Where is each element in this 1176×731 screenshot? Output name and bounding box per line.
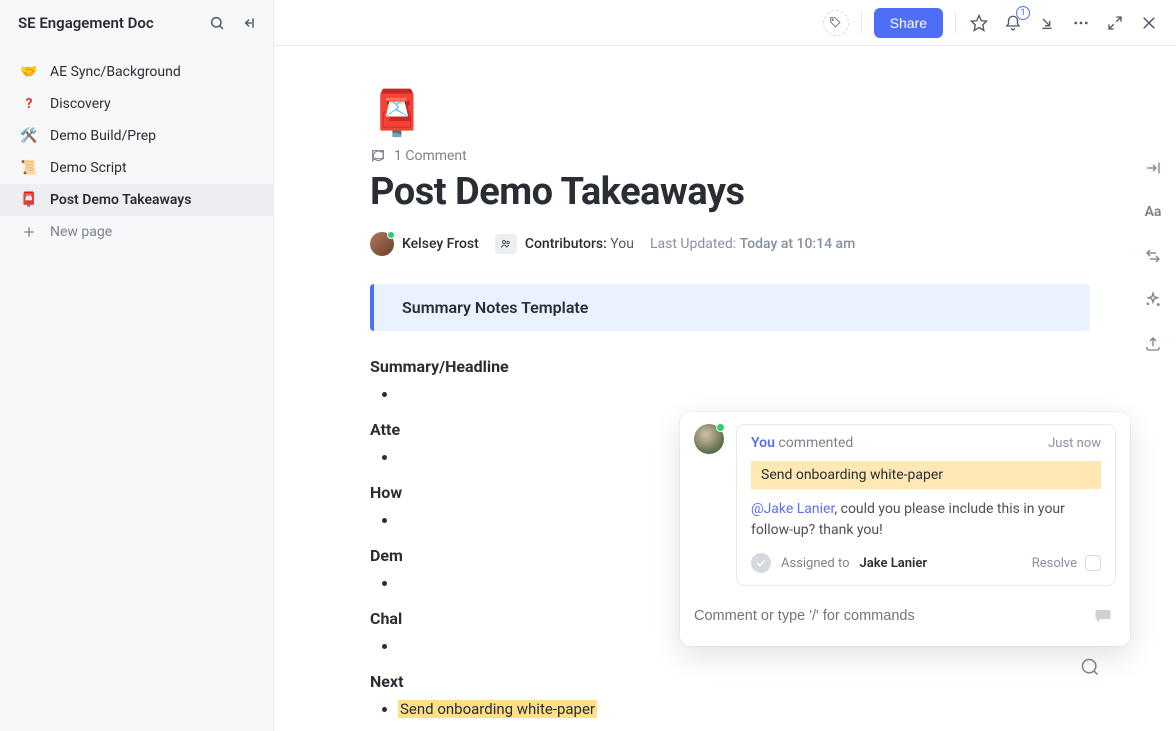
question-icon: ? (20, 96, 38, 112)
favorite-icon[interactable] (968, 12, 990, 34)
divider (955, 12, 956, 34)
section-title: Next (370, 672, 1130, 691)
sparkle-icon[interactable] (1143, 290, 1163, 310)
comment-bubble: You commented Just now Send onboarding w… (736, 424, 1116, 586)
sidebar-item-label: Demo Script (50, 160, 127, 176)
chat-fab[interactable] (1076, 653, 1104, 681)
notifications-icon[interactable]: 1 (1002, 12, 1024, 34)
typography-icon[interactable]: Aa (1143, 202, 1163, 222)
plus-icon (20, 223, 38, 241)
comment-you: You (751, 435, 775, 451)
search-icon[interactable] (205, 11, 229, 35)
expand-icon[interactable] (1104, 12, 1126, 34)
sidebar-item-ae-sync[interactable]: 🤝 AE Sync/Background (0, 56, 273, 88)
comment-author-line: You commented (751, 435, 853, 451)
people-icon (495, 234, 517, 254)
mailbox-icon: 📮 (20, 192, 38, 208)
assigned-to[interactable]: Jake Lanier (860, 556, 928, 571)
sidebar-item-label: AE Sync/Background (50, 64, 181, 80)
comment-count-button[interactable]: 1 Comment (370, 148, 1130, 164)
last-updated: Last Updated: Today at 10:14 am (650, 236, 855, 252)
comment-body: @Jake Lanier, could you please include t… (751, 499, 1101, 541)
contributors-you: You (610, 236, 634, 252)
author-name: Kelsey Frost (402, 236, 479, 252)
scroll-icon: 📜 (20, 160, 38, 176)
notification-count: 1 (1016, 6, 1030, 20)
collapse-sidebar-icon[interactable] (237, 11, 261, 35)
sidebar-item-demo-build[interactable]: 🛠️ Demo Build/Prep (0, 120, 273, 152)
section-title: Summary/Headline (370, 357, 1130, 376)
meta-row: Kelsey Frost Contributors: You Last Upda… (370, 232, 1130, 256)
sidebar-list: 🤝 AE Sync/Background ? Discovery 🛠️ Demo… (0, 46, 273, 248)
close-icon[interactable] (1138, 12, 1160, 34)
mention[interactable]: @Jake Lanier (751, 501, 834, 517)
section-next[interactable]: Next Send onboarding white-paper (370, 672, 1130, 721)
avatar (694, 424, 724, 454)
sidebar: SE Engagement Doc 🤝 AE Sync/Background ?… (0, 0, 274, 731)
comment-popover: You commented Just now Send onboarding w… (680, 412, 1130, 646)
sidebar-item-label: Demo Build/Prep (50, 128, 156, 144)
more-icon[interactable] (1070, 12, 1092, 34)
section-summary[interactable]: Summary/Headline (370, 357, 1130, 406)
list-item[interactable] (398, 382, 1130, 406)
topbar: Share 1 (274, 0, 1176, 46)
updated-label: Last Updated: (650, 236, 736, 252)
comment-count-label: 1 Comment (394, 148, 467, 164)
resolve-label: Resolve (1032, 556, 1077, 571)
check-icon (751, 553, 771, 573)
sidebar-header: SE Engagement Doc (0, 0, 273, 46)
page-title[interactable]: Post Demo Takeaways (370, 170, 1130, 214)
send-icon[interactable] (1090, 606, 1116, 626)
handshake-icon: 🤝 (20, 64, 38, 80)
updated-value: Today at 10:14 am (740, 236, 856, 252)
list-item[interactable]: Send onboarding white-paper (398, 697, 1130, 721)
comment-action: commented (778, 435, 853, 451)
reply-input[interactable] (694, 600, 1080, 632)
avatar (370, 232, 394, 256)
reply-row (694, 600, 1116, 632)
assigned-label: Assigned to (781, 556, 850, 571)
callout-template[interactable]: Summary Notes Template (370, 284, 1090, 331)
comment-timestamp: Just now (1048, 436, 1101, 451)
main: Share 1 📮 (274, 0, 1176, 731)
sidebar-item-demo-script[interactable]: 📜 Demo Script (0, 152, 273, 184)
comment-quoted-text: Send onboarding white-paper (751, 461, 1101, 489)
right-rail: Aa (1130, 46, 1176, 731)
sidebar-item-label: Post Demo Takeaways (50, 192, 191, 208)
upload-icon[interactable] (1143, 334, 1163, 354)
tags-button[interactable] (823, 10, 849, 36)
indent-icon[interactable] (1143, 158, 1163, 178)
share-button[interactable]: Share (874, 8, 943, 38)
tools-icon: 🛠️ (20, 128, 38, 144)
highlighted-text: Send onboarding white-paper (398, 700, 597, 718)
assign-row: Assigned to Jake Lanier Resolve (751, 553, 1101, 573)
contributors-chip[interactable]: Contributors: You (495, 234, 634, 254)
sidebar-item-discovery[interactable]: ? Discovery (0, 88, 273, 120)
resolve-button[interactable]: Resolve (1032, 555, 1101, 571)
new-page-button[interactable]: New page (0, 216, 273, 248)
download-icon[interactable] (1036, 12, 1058, 34)
divider (861, 12, 862, 34)
resolve-checkbox[interactable] (1085, 555, 1101, 571)
chat-icon (370, 148, 386, 164)
sidebar-item-label: Discovery (50, 96, 111, 112)
author-chip[interactable]: Kelsey Frost (370, 232, 479, 256)
new-page-label: New page (50, 224, 112, 240)
doc-title: SE Engagement Doc (18, 14, 197, 32)
swap-icon[interactable] (1143, 246, 1163, 266)
contributors-label: Contributors: (525, 236, 607, 252)
sidebar-item-post-demo[interactable]: 📮 Post Demo Takeaways (0, 184, 273, 216)
page-emoji[interactable]: 📮 (370, 86, 424, 140)
